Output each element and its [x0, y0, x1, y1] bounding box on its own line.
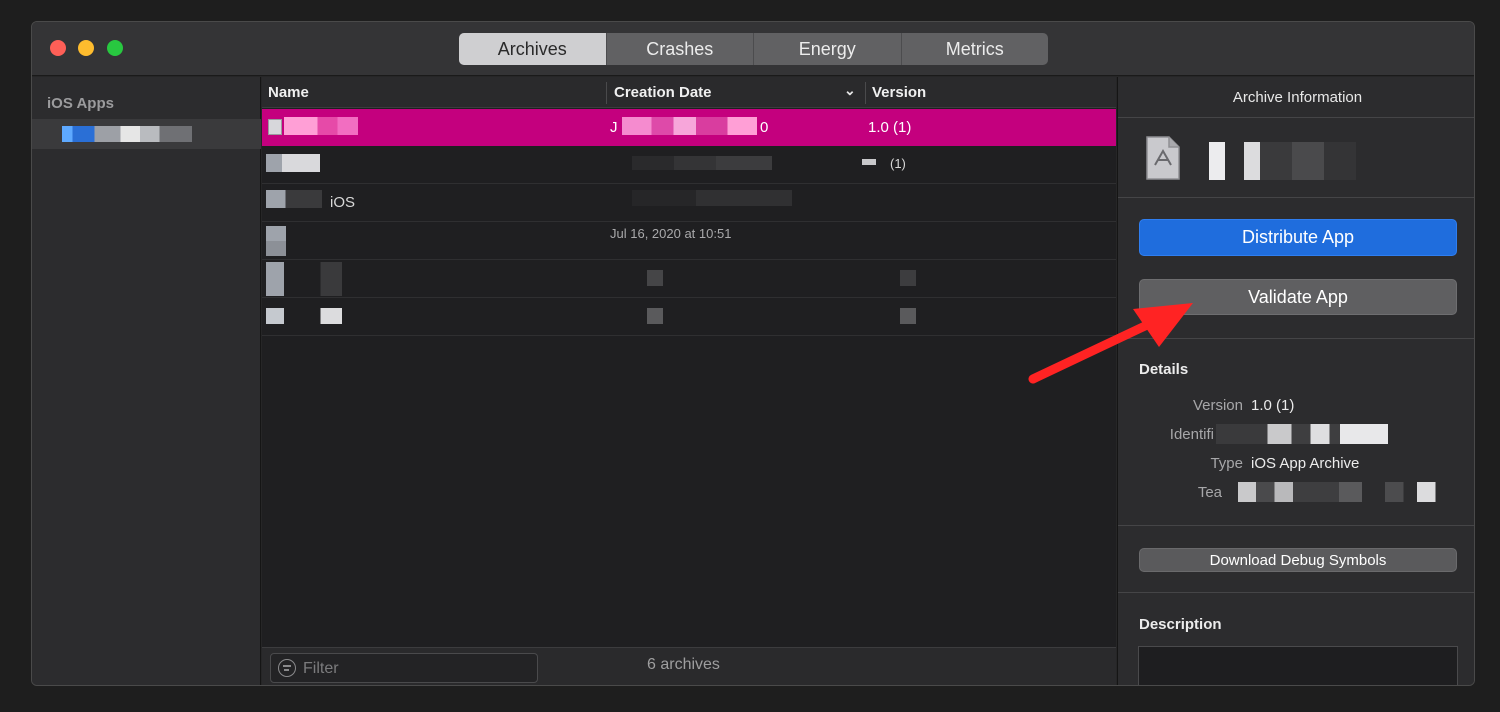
table-row[interactable]: (1): [262, 146, 1116, 183]
pixelated-date: [632, 156, 772, 170]
pixelated-date: [622, 117, 757, 135]
table-header: Name Creation Date ⌄ Version: [262, 77, 1116, 108]
minimize-window-button[interactable]: [78, 40, 94, 56]
pixelated-archive-name: [1196, 142, 1356, 180]
distribute-app-button[interactable]: Distribute App: [1139, 219, 1457, 256]
organizer-tabs: Archives Crashes Energy Metrics: [459, 33, 1048, 65]
cell-name: iOS: [330, 194, 356, 211]
column-separator: [606, 82, 607, 104]
table-row[interactable]: iOS: [262, 184, 1116, 221]
title-bar: Archives Crashes Energy Metrics: [32, 22, 1474, 76]
cell-version: 1.0 (1): [868, 119, 912, 136]
divider: [1118, 338, 1474, 339]
sidebar-item-app[interactable]: [32, 119, 261, 149]
cell-version: (1): [890, 156, 906, 171]
sidebar-heading: iOS Apps: [47, 95, 114, 112]
chevron-down-icon[interactable]: ⌄: [844, 82, 856, 99]
sidebar: iOS Apps: [32, 77, 261, 685]
version-label: Version: [1192, 397, 1243, 414]
pixelated-version: [900, 308, 916, 324]
column-header-name[interactable]: Name: [268, 84, 309, 101]
details-heading: Details: [1139, 361, 1189, 378]
tab-energy[interactable]: Energy: [754, 33, 902, 65]
filter-placeholder: Filter: [303, 660, 339, 677]
zoom-window-button[interactable]: [107, 40, 123, 56]
type-value: iOS App Archive: [1251, 455, 1360, 472]
pixelated-name: [266, 190, 322, 208]
column-separator: [865, 82, 866, 104]
column-header-creation-date[interactable]: Creation Date: [614, 84, 712, 101]
pixelated-date: [647, 308, 663, 324]
pixelated-name: [266, 154, 320, 172]
close-window-button[interactable]: [50, 40, 66, 56]
description-heading: Description: [1139, 616, 1222, 633]
divider: [1118, 525, 1474, 526]
identifier-label: Identifi: [1169, 426, 1214, 443]
cell-date: Jul 16, 2020 at 10:51: [610, 226, 732, 241]
archive-inspector: Archive Information Distribute App Valid…: [1117, 77, 1474, 685]
pixelated-version: [862, 159, 876, 165]
cell-date: J: [610, 119, 618, 136]
archives-table: Name Creation Date ⌄ Version J 0 1.0 (1)…: [262, 77, 1116, 647]
pixelated-version: [900, 270, 916, 286]
validate-app-button[interactable]: Validate App: [1139, 279, 1457, 315]
divider: [1118, 592, 1474, 593]
divider: [1118, 197, 1474, 198]
row-divider: [262, 335, 1116, 336]
description-text-area[interactable]: [1138, 646, 1458, 685]
pixelated-name: [266, 226, 286, 256]
organizer-window: Archives Crashes Energy Metrics iOS Apps…: [31, 21, 1475, 686]
divider: [1118, 117, 1474, 118]
pixelated-name: [266, 308, 342, 324]
pixelated-app-name: [62, 126, 192, 142]
version-value: 1.0 (1): [1251, 397, 1295, 414]
table-row[interactable]: J 0 1.0 (1): [262, 109, 1116, 146]
pixelated-name: [284, 117, 358, 135]
filter-icon: [278, 659, 296, 677]
cell-date-tail: 0: [760, 119, 769, 136]
pixelated-date: [647, 270, 663, 286]
pixelated-identifier: [1216, 424, 1388, 444]
column-header-version[interactable]: Version: [872, 84, 926, 101]
pixelated-date: [632, 190, 792, 206]
type-label: Type: [1210, 455, 1243, 472]
table-row[interactable]: Jul 16, 2020 at 10:51: [262, 222, 1116, 259]
inspector-title: Archive Information: [1232, 89, 1363, 106]
archive-icon: [268, 119, 282, 135]
download-debug-symbols-button[interactable]: Download Debug Symbols: [1139, 548, 1457, 572]
team-label: Tea: [1197, 484, 1222, 501]
table-row[interactable]: [262, 260, 1116, 297]
tab-archives[interactable]: Archives: [459, 33, 607, 65]
archive-count: 6 archives: [647, 656, 720, 673]
table-footer: Filter 6 archives: [262, 647, 1116, 685]
filter-field[interactable]: Filter: [270, 653, 538, 683]
archive-document-icon: [1146, 136, 1180, 180]
pixelated-name: [266, 262, 342, 296]
tab-crashes[interactable]: Crashes: [607, 33, 754, 65]
pixelated-team: [1224, 482, 1454, 502]
table-row[interactable]: [262, 298, 1116, 335]
tab-metrics[interactable]: Metrics: [902, 33, 1049, 65]
